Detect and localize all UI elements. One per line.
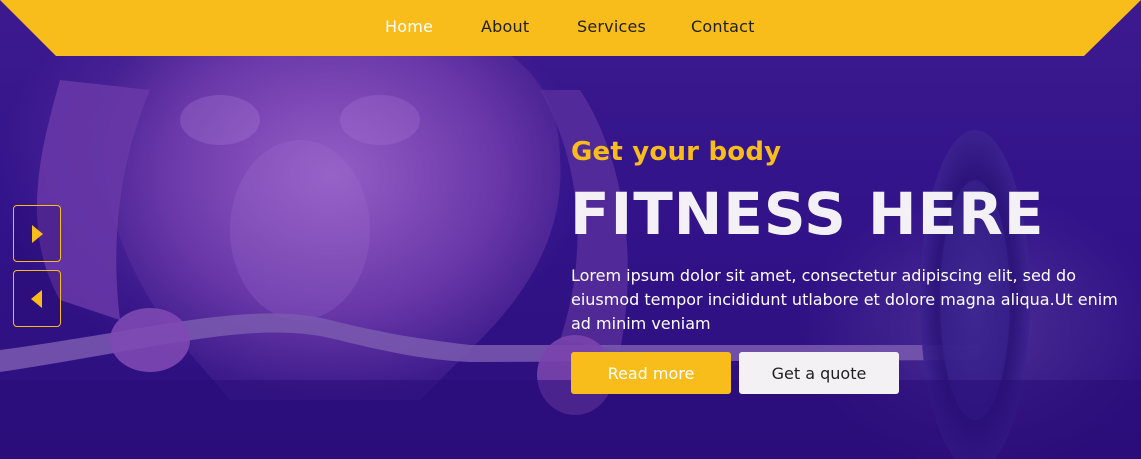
slider-next-button[interactable]	[13, 205, 61, 262]
nav-home[interactable]: Home	[385, 17, 433, 36]
read-more-button[interactable]: Read more	[571, 352, 731, 394]
hero-description: Lorem ipsum dolor sit amet, consectetur …	[571, 266, 1118, 333]
hero-section: Home About Services Contact Get your bod…	[0, 0, 1141, 459]
slider-prev-button[interactable]	[13, 270, 61, 327]
main-nav: Home About Services Contact	[0, 0, 1141, 56]
hero-title: FITNESS HERE	[570, 180, 1045, 248]
nav-contact[interactable]: Contact	[691, 17, 755, 36]
play-right-icon	[32, 224, 43, 243]
play-left-icon	[31, 289, 42, 308]
nav-about[interactable]: About	[481, 17, 529, 36]
nav-services[interactable]: Services	[577, 17, 646, 36]
hero-subtitle: Get your body	[571, 137, 782, 167]
get-quote-button[interactable]: Get a quote	[739, 352, 899, 394]
